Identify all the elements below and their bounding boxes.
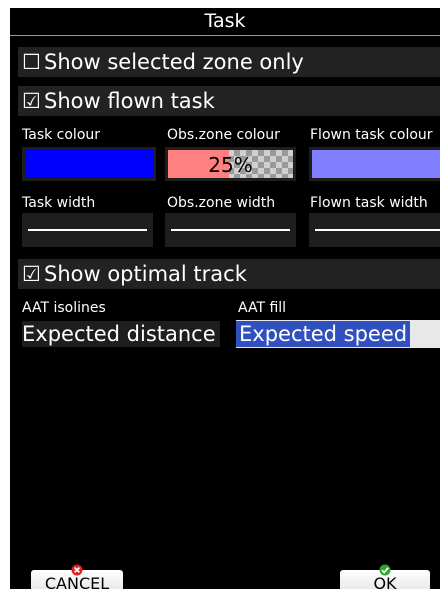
task-dialog: Task ☐ Show selected zone only ☑ Show flow… bbox=[10, 8, 440, 589]
task-width-label: Task width bbox=[22, 195, 96, 211]
cancel-button[interactable]: CANCEL bbox=[31, 564, 123, 589]
obs-zone-width-label: Obs.zone width bbox=[167, 195, 276, 211]
task-colour-label: Task colour bbox=[22, 127, 101, 143]
task-width-line bbox=[28, 229, 147, 231]
flown-task-colour-button[interactable] bbox=[309, 147, 440, 181]
obs-zone-width-button[interactable] bbox=[165, 213, 296, 247]
show-optimal-track-checkbox[interactable]: ☑ Show optimal track bbox=[18, 259, 440, 289]
transparency-pattern: 25% bbox=[168, 150, 293, 178]
flown-task-colour-label: Flown task colour bbox=[310, 127, 433, 143]
show-selected-zone-only-label: Show selected zone only bbox=[44, 50, 304, 74]
aat-isolines-label: AAT isolines bbox=[22, 300, 106, 316]
aat-fill-selected-value: Expected speed bbox=[236, 321, 411, 347]
show-flown-task-label: Show flown task bbox=[44, 89, 215, 113]
red-x-icon bbox=[71, 564, 83, 576]
show-flown-task-checkbox[interactable]: ☑ Show flown task bbox=[18, 86, 440, 116]
green-check-icon bbox=[379, 564, 391, 576]
aat-fill-label: AAT fill bbox=[238, 300, 287, 316]
obs-zone-opacity: 25% bbox=[208, 153, 253, 177]
ok-label: OK bbox=[373, 574, 397, 589]
flown-task-width-button[interactable] bbox=[309, 213, 440, 247]
checkbox-checked-icon: ☑ bbox=[22, 262, 41, 286]
aat-fill-select[interactable]: Expected speed bbox=[236, 320, 440, 348]
task-width-button[interactable] bbox=[22, 213, 153, 247]
title-divider bbox=[10, 35, 440, 36]
ok-button[interactable]: OK bbox=[340, 564, 430, 589]
obs-zone-colour-button[interactable]: 25% bbox=[165, 147, 296, 181]
flown-task-colour-swatch bbox=[312, 150, 440, 178]
flown-task-width-line bbox=[315, 229, 440, 231]
flown-task-width-label: Flown task width bbox=[310, 195, 428, 211]
show-optimal-track-label: Show optimal track bbox=[44, 262, 247, 286]
cancel-label: CANCEL bbox=[44, 574, 110, 589]
task-colour-swatch bbox=[25, 150, 153, 178]
show-selected-zone-only-checkbox[interactable]: ☐ Show selected zone only bbox=[18, 47, 440, 77]
checkbox-unchecked-icon: ☐ bbox=[22, 50, 41, 74]
checkbox-checked-icon: ☑ bbox=[22, 89, 41, 113]
obs-zone-width-line bbox=[171, 229, 290, 231]
dialog-title: Task bbox=[204, 10, 246, 32]
task-colour-button[interactable] bbox=[22, 147, 156, 181]
aat-isolines-select[interactable]: Expected distance bbox=[22, 321, 220, 347]
obs-zone-colour-label: Obs.zone colour bbox=[167, 127, 280, 143]
